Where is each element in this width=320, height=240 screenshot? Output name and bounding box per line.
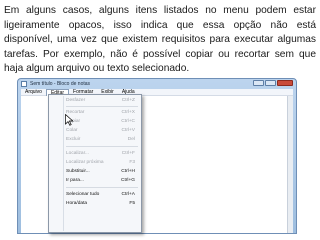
menu-item-shortcut: Del [127, 137, 135, 143]
menu-item-localizar-proxima[interactable]: Localizar próxima F3 [50, 159, 140, 167]
menu-item-shortcut: Ctrl+H [121, 169, 135, 175]
menu-item-label: Selecionar tudo [66, 192, 100, 198]
explanation-paragraph: Em alguns casos, alguns itens listados n… [4, 5, 316, 75]
menu-item-label: Desfazer [66, 98, 86, 104]
menu-item-shortcut: F3 [129, 160, 135, 166]
maximize-icon[interactable] [265, 80, 276, 86]
menu-item-label: Excluir [66, 137, 81, 143]
menu-item-label: Ir para... [66, 178, 84, 184]
vertical-scrollbar[interactable] [287, 96, 293, 233]
menu-item-shortcut: Ctrl+V [121, 128, 135, 134]
menu-separator [66, 146, 138, 147]
menu-item-hora-data[interactable]: Hora/data F5 [50, 200, 140, 208]
menu-item-localizar[interactable]: Localizar... Ctrl+F [50, 150, 140, 158]
close-icon[interactable] [277, 80, 293, 86]
menu-item-selecionar-tudo[interactable]: Selecionar tudo Ctrl+A [50, 191, 140, 199]
window-title: Sem título - Bloco de notas [30, 80, 91, 87]
menu-item-colar[interactable]: Colar Ctrl+V [50, 127, 140, 135]
menu-item-label: Localizar... [66, 151, 89, 157]
menu-item-recortar[interactable]: Recortar Ctrl+X [50, 109, 140, 117]
menu-item-ir-para[interactable]: Ir para... Ctrl+G [50, 177, 140, 185]
menu-item-label: Hora/data [66, 201, 88, 207]
menu-item-shortcut: F5 [129, 201, 135, 207]
edit-menu-dropdown: Desfazer Ctrl+Z Recortar Ctrl+X Copiar C… [48, 94, 142, 233]
menu-item-label: Substituir... [66, 169, 90, 175]
title-bar: Sem título - Bloco de notas [18, 79, 296, 88]
menu-item-excluir[interactable]: Excluir Del [50, 136, 140, 144]
menu-item-desfazer[interactable]: Desfazer Ctrl+Z [50, 97, 140, 105]
menu-item-shortcut: Ctrl+C [121, 119, 135, 125]
notepad-icon [21, 80, 27, 87]
menu-item-shortcut: Ctrl+X [121, 110, 135, 116]
menu-separator [66, 187, 138, 188]
menu-item-shortcut: Ctrl+G [121, 178, 135, 184]
caption-buttons [253, 80, 293, 86]
menu-item-copiar[interactable]: Copiar Ctrl+C [50, 118, 140, 126]
menu-item-label: Localizar próxima [66, 160, 104, 166]
mouse-pointer-icon [65, 114, 74, 126]
menu-item-label: Colar [66, 128, 78, 134]
menu-arquivo[interactable]: Arquivo [21, 89, 46, 95]
menu-item-shortcut: Ctrl+Z [121, 98, 135, 104]
menu-item-shortcut: Ctrl+A [121, 192, 135, 198]
menu-separator [66, 106, 138, 107]
menu-item-shortcut: Ctrl+F [121, 151, 135, 157]
menu-item-substituir[interactable]: Substituir... Ctrl+H [50, 168, 140, 176]
minimize-icon[interactable] [253, 80, 264, 86]
